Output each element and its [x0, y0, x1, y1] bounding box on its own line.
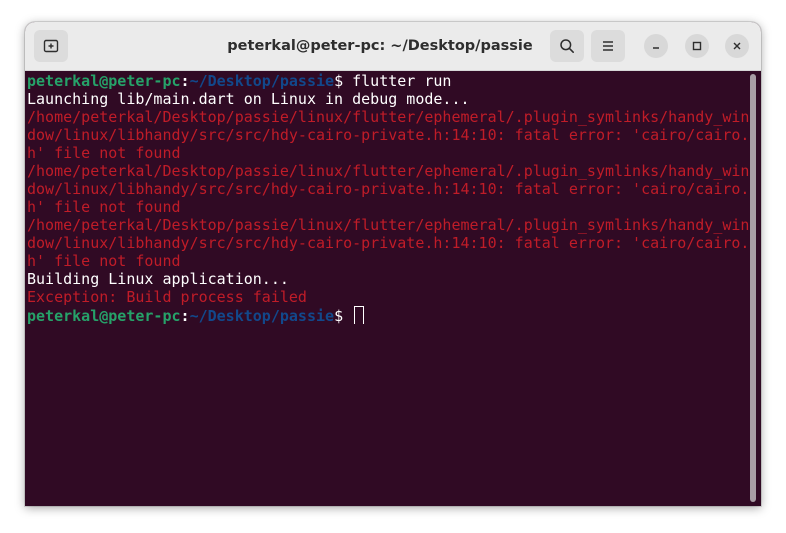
close-button[interactable] — [725, 34, 749, 58]
maximize-icon — [692, 41, 702, 51]
error-line: dow/linux/libhandy/src/src/hdy-cairo-pri… — [27, 234, 749, 252]
error-line: /home/peterkal/Desktop/passie/linux/flut… — [27, 162, 749, 180]
hamburger-menu-icon — [603, 41, 613, 51]
error-line: h' file not found — [27, 252, 181, 270]
error-line: dow/linux/libhandy/src/src/hdy-cairo-pri… — [27, 126, 749, 144]
prompt-line: peterkal@peter-pc:~/Desktop/passie$ flut… — [27, 72, 749, 90]
output-line: Building Linux application... — [27, 270, 289, 288]
command-text: flutter run — [352, 72, 452, 90]
close-icon — [733, 42, 741, 50]
search-button[interactable] — [550, 30, 584, 62]
window-title: peterkal@peter-pc: ~/Desktop/passie — [227, 38, 533, 54]
new-tab-button[interactable] — [34, 30, 68, 62]
terminal-area[interactable]: peterkal@peter-pc:~/Desktop/passie$ flut… — [25, 71, 761, 506]
menu-button[interactable] — [591, 30, 625, 62]
terminal-window: peterkal@peter-pc: ~/Desktop/passie pete… — [25, 22, 761, 506]
error-line: h' file not found — [27, 198, 181, 216]
minimize-icon — [653, 47, 659, 49]
error-line: h' file not found — [27, 144, 181, 162]
scrollbar[interactable] — [750, 74, 756, 502]
prompt-user: peterkal@peter-pc — [27, 307, 181, 324]
prompt-path: ~/Desktop/passie — [189, 72, 335, 90]
title-bar[interactable]: peterkal@peter-pc: ~/Desktop/passie — [25, 22, 761, 71]
prompt-separator: : — [180, 72, 190, 90]
prompt-user: peterkal@peter-pc — [27, 72, 181, 90]
minimize-button[interactable] — [644, 34, 668, 58]
error-line: /home/peterkal/Desktop/passie/linux/flut… — [27, 216, 749, 234]
maximize-button[interactable] — [685, 34, 709, 58]
search-icon — [560, 39, 574, 53]
prompt-symbol: $ — [334, 307, 353, 324]
error-line: Exception: Build process failed — [27, 288, 307, 306]
error-line: dow/linux/libhandy/src/src/hdy-cairo-pri… — [27, 180, 749, 198]
text-cursor — [354, 306, 365, 324]
prompt-line: peterkal@peter-pc:~/Desktop/passie$ — [27, 306, 749, 324]
terminal-output: peterkal@peter-pc:~/Desktop/passie$ flut… — [27, 72, 749, 324]
new-tab-icon — [43, 39, 59, 53]
prompt-path: ~/Desktop/passie — [189, 307, 335, 324]
error-line: /home/peterkal/Desktop/passie/linux/flut… — [27, 108, 749, 126]
prompt-symbol: $ — [334, 72, 353, 90]
prompt-separator: : — [180, 307, 190, 324]
output-line: Launching lib/main.dart on Linux in debu… — [27, 90, 470, 108]
